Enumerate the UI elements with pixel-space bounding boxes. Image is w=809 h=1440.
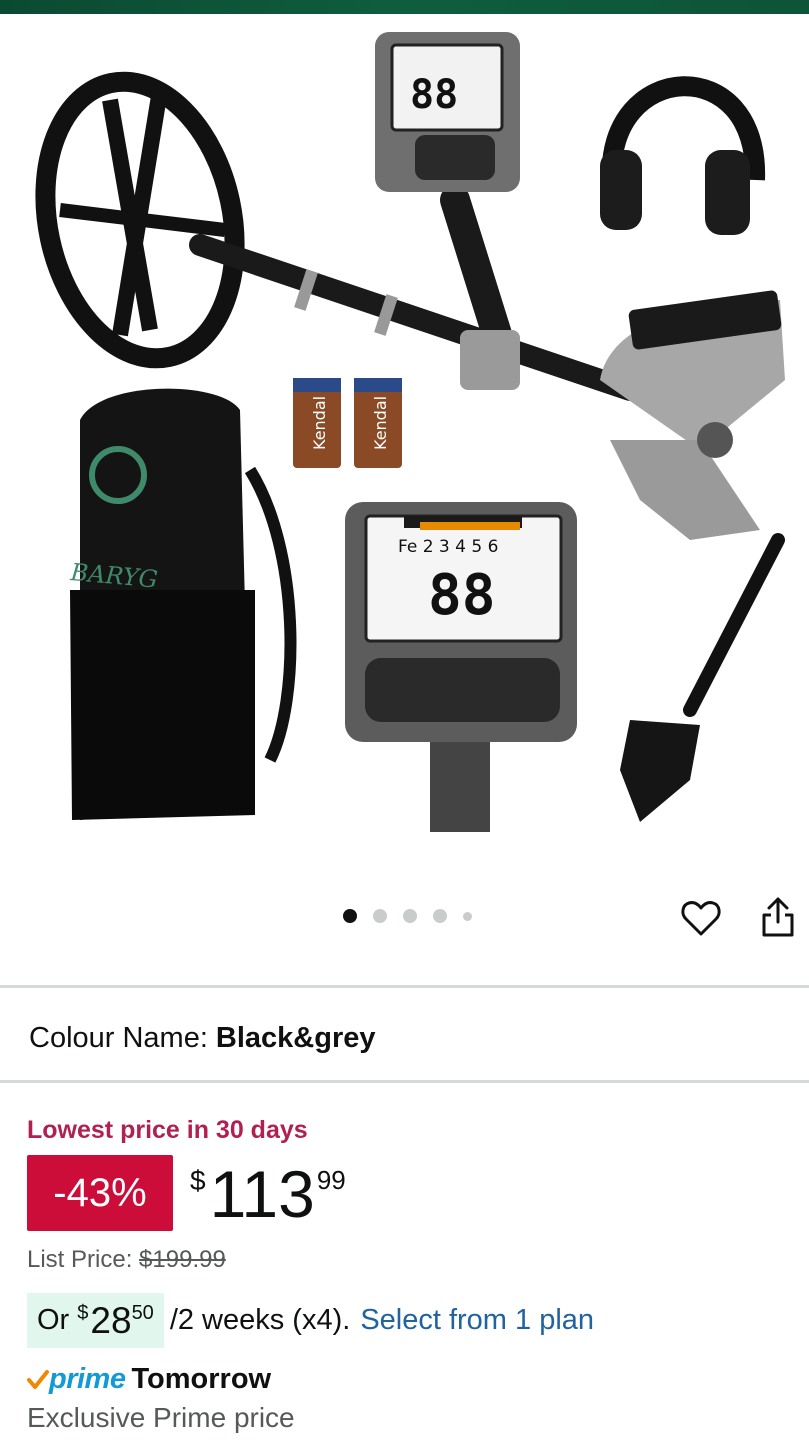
- colour-selector[interactable]: Colour Name: Black&grey: [29, 1022, 376, 1055]
- colour-label: Colour Name:: [29, 1022, 208, 1054]
- product-image[interactable]: 88 Kendal Kendal BARYG Fe 2 3 4 5 6 88: [0, 14, 809, 894]
- list-price-value: $199.99: [139, 1246, 226, 1273]
- section-divider: [0, 1080, 809, 1083]
- colour-value: Black&grey: [215, 1022, 376, 1054]
- shovel-image: [620, 533, 785, 822]
- search-coil-image: [35, 71, 245, 369]
- carousel-dot-1[interactable]: [343, 909, 357, 923]
- prime-logo: prime: [27, 1363, 126, 1396]
- wishlist-button[interactable]: [680, 897, 722, 939]
- carousel-dot-3[interactable]: [403, 909, 417, 923]
- armrest-image: [600, 290, 785, 540]
- svg-text:Fe 2 3 4 5 6: Fe 2 3 4 5 6: [398, 537, 498, 557]
- control-box-small-image: 88: [375, 32, 520, 192]
- svg-text:Kendal: Kendal: [310, 396, 329, 450]
- installment-prefix: Or: [37, 1304, 70, 1336]
- delivery-day: Tomorrow: [131, 1363, 272, 1395]
- image-carousel-indicator[interactable]: [343, 909, 472, 923]
- installment-amount: Or $28 50: [27, 1293, 164, 1348]
- discount-badge: -43%: [27, 1155, 173, 1231]
- svg-text:88: 88: [410, 72, 458, 118]
- checkmark-icon: [27, 1369, 49, 1389]
- price-whole: 113: [209, 1157, 315, 1231]
- installment-currency: $: [77, 1302, 89, 1324]
- carousel-dot-2[interactable]: [373, 909, 387, 923]
- svg-text:Kendal: Kendal: [371, 396, 390, 450]
- deal-badge-text: Lowest price in 30 days: [27, 1116, 308, 1144]
- svg-text:88: 88: [428, 563, 495, 628]
- prime-delivery: prime Tomorrow: [27, 1363, 271, 1396]
- batteries-image: Kendal Kendal: [293, 378, 402, 468]
- detector-shaft-image: [189, 185, 641, 401]
- price-fraction: 99: [316, 1165, 346, 1195]
- installment-plan: Or $28 50 /2 weeks (x4). Select from 1 pl…: [27, 1293, 594, 1348]
- prime-label: prime: [49, 1363, 126, 1395]
- list-price-label: List Price:: [27, 1246, 133, 1273]
- installment-suffix: /2 weeks (x4).: [169, 1304, 351, 1336]
- backpack-image: BARYG: [68, 388, 297, 820]
- installment-whole: 28: [90, 1299, 132, 1341]
- headphones-image: [600, 76, 766, 235]
- share-button[interactable]: [758, 895, 798, 939]
- select-plan-link[interactable]: Select from 1 plan: [360, 1304, 594, 1337]
- prime-exclusive-note: Exclusive Prime price: [27, 1402, 295, 1433]
- carousel-dot-5[interactable]: [463, 911, 472, 921]
- control-box-large-image: Fe 2 3 4 5 6 88: [345, 502, 577, 832]
- list-price: List Price: $199.99: [27, 1246, 226, 1274]
- price-currency: $: [190, 1165, 206, 1196]
- top-header-strip: [0, 0, 809, 14]
- carousel-dot-4[interactable]: [433, 909, 447, 923]
- share-icon: [762, 897, 794, 937]
- price: $ 113 99: [190, 1155, 346, 1233]
- installment-fraction: 50: [131, 1302, 154, 1324]
- heart-icon: [681, 901, 721, 936]
- section-divider: [0, 985, 809, 988]
